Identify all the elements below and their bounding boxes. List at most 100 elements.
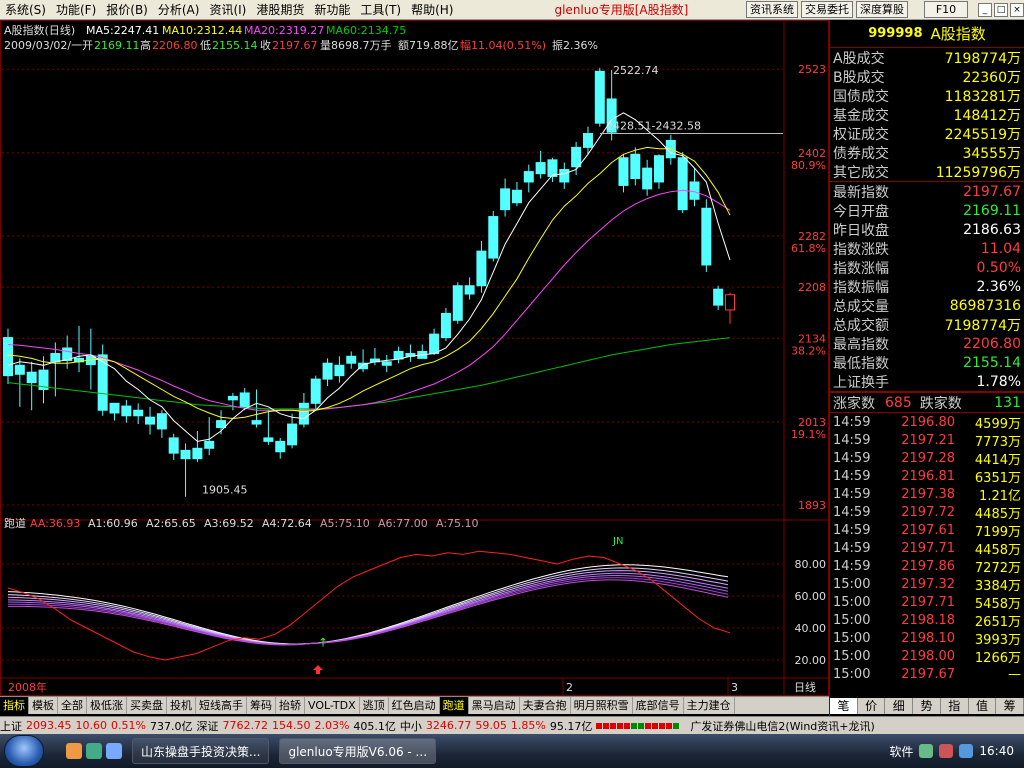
candle-down [689,181,700,200]
close-button[interactable]: × [1010,2,1024,17]
chart-header: A股指数(日线) MA5:2247.41 MA10:2312.44 MA20:2… [4,23,598,52]
right-tab[interactable]: 笔 [830,698,858,714]
high-value: 2206.80 [152,39,198,52]
right-tab[interactable]: 细 [885,698,914,714]
menu-quote[interactable]: 报价(B) [101,0,153,20]
formula-tab[interactable]: VOL-TDX [305,697,360,714]
formula-tab[interactable]: 跑道 [439,697,469,714]
sz-label: 深证 [196,719,219,733]
task-shandong[interactable]: 山东操盘手投资决策... [132,738,270,764]
formula-tab[interactable]: 全部 [58,697,87,714]
menu-analysis[interactable]: 分析(A) [153,0,205,20]
formula-tab[interactable]: 明月照积雪 [571,697,633,714]
amount-value: 额719.88亿 [398,39,459,52]
stat-value: 2197.67 [963,183,1021,200]
menu-new-features[interactable]: 新功能 [309,0,355,20]
formula-tab[interactable]: 主力建仓 [684,697,735,714]
browser-icon[interactable] [66,743,82,759]
tray-software-label[interactable]: 软件 [889,743,913,760]
tick-volume: 3993万 [974,632,1021,648]
formula-tab[interactable]: 夫妻合抱 [520,697,571,714]
menu-system[interactable]: 系统(S) [0,0,51,20]
right-tab[interactable]: 筹 [996,698,1024,714]
sh-change: 10.60 [75,719,108,732]
candle-down [145,416,156,425]
menu-help[interactable]: 帮助(H) [406,0,458,20]
formula-tab[interactable]: 模板 [29,697,58,714]
tick-price: 2197.86 [901,558,955,574]
ma10-line [7,146,731,420]
start-button[interactable] [4,735,44,767]
stat-row: 总成交量 86987316 [830,296,1024,315]
candle-down [500,188,511,211]
candle-down [547,159,558,177]
right-tab[interactable]: 价 [858,698,886,714]
tick-row: 15:00 2197.32 3384万 [830,575,1024,594]
desktop-icon[interactable] [106,743,122,759]
maximize-button[interactable]: □ [994,2,1008,17]
info-system-button[interactable]: 资讯系统 [746,1,798,18]
x-label-feb: 2 [566,681,573,694]
menu-tools[interactable]: 工具(T) [355,0,406,20]
stat-value: 0.50% [976,259,1021,276]
formula-tab[interactable]: 红色启动 [389,697,440,714]
tick-row: 14:59 2196.80 4599万 [830,413,1024,432]
volume-icon[interactable] [959,744,974,758]
formula-tab[interactable]: 指标 [0,697,29,714]
ma10-label: MA10:2312.44 [162,24,242,37]
app-icon[interactable] [86,743,102,759]
turnover-row: 债券成交 34555万 [830,143,1024,162]
volume-value: 量8698.7万手 [320,38,392,52]
ma60-line [7,337,731,410]
turnover-label: 权证成交 [833,126,889,143]
formula-tab[interactable]: 筹码 [247,697,276,714]
kline-chart[interactable]: JN ↑ 跑道 AA:36.93 A1:60.96 A2:65.65 A3:69.52 A4:… [0,20,829,696]
sh-label: 上证 [0,719,22,733]
menu-info[interactable]: 资讯(I) [204,0,251,20]
turnover-label: 其它成交 [833,164,889,181]
formula-tab[interactable]: 买卖盘 [127,697,167,714]
candle-down [476,250,487,287]
formula-tab[interactable]: 短线高手 [196,697,247,714]
menu-function[interactable]: 功能(F) [51,0,101,20]
indicator-name: 跑道 [4,516,26,530]
candle-down [168,437,179,454]
right-tab[interactable]: 势 [913,698,941,714]
task-glenluo[interactable]: glenluo专用版V6.06 - ... [279,738,437,764]
tick-volume: 1.21亿 [979,488,1021,504]
turnover-list: A股成交 7198774万 B股成交 22360万 国债成交 1183281万 基金成交 14… [830,48,1024,182]
formula-tab[interactable]: 投机 [167,697,196,714]
candle-down [192,447,203,460]
trade-button[interactable]: 交易委托 [801,1,853,18]
formula-tab[interactable]: 逃顶 [360,697,389,714]
turnover-value: 22360万 [962,69,1021,86]
tick-row: 14:59 2197.21 7773万 [830,431,1024,450]
tick-row: 14:59 2197.61 7199万 [830,521,1024,540]
fib-pct-label: 61.8% [791,242,826,255]
turnover-value: 2245519万 [944,126,1021,143]
formula-tab[interactable]: 底部信号 [633,697,684,714]
fib-pct-label: 80.9% [791,159,826,172]
turnover-row: A股成交 7198774万 [830,48,1024,67]
turnover-value: 34555万 [962,145,1021,162]
x-label-year: 2008年 [8,680,47,694]
f10-button[interactable]: F10 [924,1,968,18]
candle-down [618,157,629,186]
menu-hk-futures[interactable]: 港股期货 [251,0,309,20]
formula-tab[interactable]: 极低涨 [87,697,127,714]
network-icon[interactable] [919,744,934,758]
formula-tab[interactable]: 抬轿 [276,697,305,714]
candle-down [251,420,262,425]
minimize-button[interactable]: _ [978,2,992,17]
right-tab[interactable]: 值 [969,698,997,714]
candle-down [429,333,440,355]
stat-label: 最新指数 [833,184,889,201]
right-tab[interactable]: 指 [941,698,969,714]
tick-price: 2197.71 [901,594,955,610]
indicator-tick-label: 60.00 [795,590,827,603]
formula-tab[interactable]: 黑马启动 [469,697,520,714]
sh-percent: 0.51% [111,719,146,732]
deep-calc-button[interactable]: 深度算股 [856,1,908,18]
antivirus-icon[interactable] [939,744,954,758]
stat-label: 指数涨幅 [833,260,889,277]
